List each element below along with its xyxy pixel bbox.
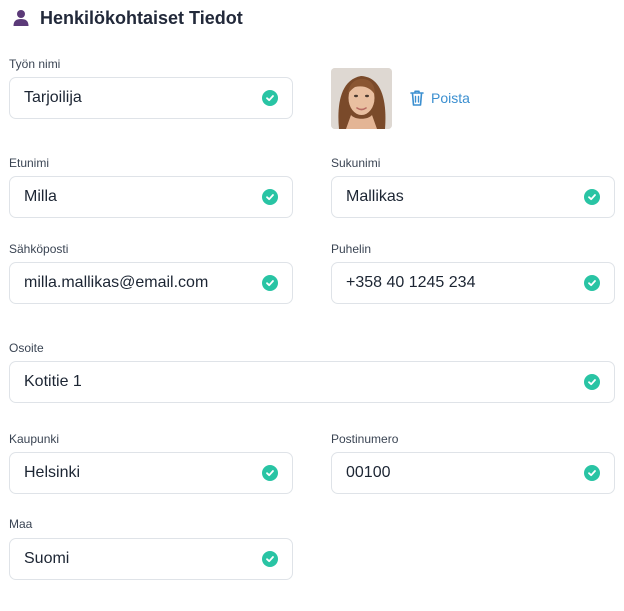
first-name-label: Etunimi [9,156,50,170]
profile-photo [331,68,392,129]
postal-code-value: 00100 [346,464,391,481]
postal-code-field[interactable]: 00100 [331,452,615,494]
check-icon [584,465,600,481]
check-icon [262,465,278,481]
city-field[interactable]: Helsinki [9,452,293,494]
trash-icon [409,89,425,107]
last-name-label: Sukunimi [331,156,381,170]
phone-value: +358 40 1245 234 [346,274,476,291]
city-value: Helsinki [24,464,81,481]
person-icon [12,9,30,27]
last-name-field[interactable]: Mallikas [331,176,615,218]
section-header: Henkilökohtaiset Tiedot [12,6,243,30]
check-icon [262,90,278,106]
job-title-field[interactable]: Tarjoilija [9,77,293,119]
postal-code-label: Postinumero [331,432,399,446]
country-value: Suomi [24,550,70,567]
check-icon [262,275,278,291]
check-icon [584,189,600,205]
address-value: Kotitie 1 [24,373,82,390]
address-label: Osoite [9,341,44,355]
job-title-label: Työn nimi [9,57,61,71]
last-name-value: Mallikas [346,188,404,205]
first-name-value: Milla [24,188,57,205]
check-icon [584,275,600,291]
country-label: Maa [9,517,33,531]
remove-photo-button[interactable]: Poista [409,88,470,108]
check-icon [262,189,278,205]
check-icon [584,374,600,390]
job-title-value: Tarjoilija [24,89,82,106]
check-icon [262,551,278,567]
email-label: Sähköposti [9,242,69,256]
country-field[interactable]: Suomi [9,538,293,580]
address-field[interactable]: Kotitie 1 [9,361,615,403]
first-name-field[interactable]: Milla [9,176,293,218]
email-field[interactable]: milla.mallikas@email.com [9,262,293,304]
email-value: milla.mallikas@email.com [24,274,209,291]
phone-field[interactable]: +358 40 1245 234 [331,262,615,304]
section-title: Henkilökohtaiset Tiedot [40,7,243,28]
phone-label: Puhelin [331,242,372,256]
city-label: Kaupunki [9,432,60,446]
remove-photo-label: Poista [431,90,470,106]
